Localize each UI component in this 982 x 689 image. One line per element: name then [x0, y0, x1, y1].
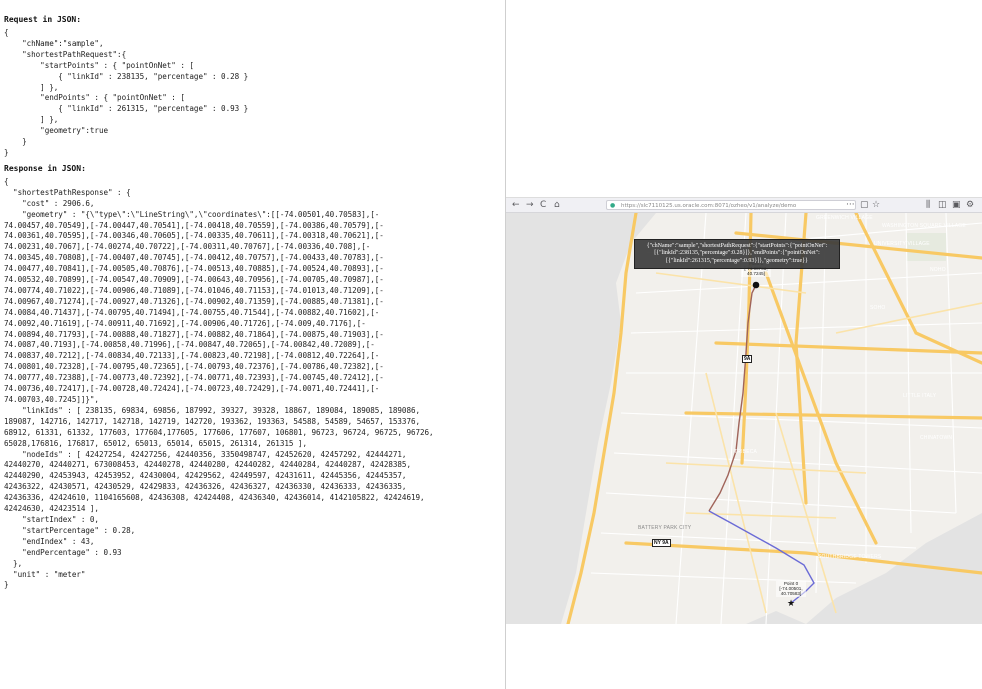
browser-screenshot-pane: ← → C ⌂ ● https://slc7110125.us.oracle.c… [506, 0, 982, 689]
code-line: "startPoints" : { "pointOnNet" : [ [40, 60, 194, 70]
code-line: 74.00801,40.72328],[-74.00795,40.72365],… [4, 362, 384, 372]
code-line: "startPercentage" : 0.28, [22, 525, 136, 535]
code-line: "startIndex" : 0, [22, 514, 99, 524]
park-area [906, 233, 946, 261]
response-json: { "shortestPathResponse" : { "cost" : 29… [0, 177, 505, 591]
bookmark-star-icon[interactable]: ☆ [872, 199, 880, 211]
code-line: } [4, 580, 9, 590]
code-line: 65028,176816, 176817, 65012, 65013, 6501… [4, 438, 307, 448]
map-label-little-italy: LITTLE ITALY [903, 393, 937, 399]
code-line: "nodeIds" : [ 42427254, 42427256, 424403… [22, 449, 407, 459]
code-line: 74.00477,40.70841],[-74.00505,40.70876],… [4, 264, 384, 274]
code-line: { "linkId" : 238135, "percentage" : 0.28… [58, 71, 249, 81]
code-line: "geometry" : "{\"type\":\"LineString\",\… [22, 209, 380, 219]
home-icon[interactable]: ⌂ [554, 199, 560, 211]
start-point-star-icon[interactable]: ★ [787, 599, 795, 609]
lock-icon: ● [610, 202, 616, 209]
code-line: "shortestPathRequest":{ [22, 49, 127, 59]
code-line: "shortestPathResponse" : { [13, 187, 131, 197]
map-label-soho: SOHO [870, 305, 886, 311]
point0-label: Point 0 [-74.00501, 40.70583] [776, 581, 806, 597]
code-line: "chName":"sample", [22, 38, 104, 48]
browser-toolbar: ← → C ⌂ ● https://slc7110125.us.oracle.c… [506, 198, 982, 213]
request-title: Request in JSON: [4, 15, 82, 24]
map-label-tribeca: TRIBECA [734, 449, 758, 455]
reload-icon[interactable]: C [540, 199, 546, 211]
back-arrow-icon[interactable]: ← [512, 199, 520, 211]
code-line: { [4, 176, 9, 186]
end-point-marker-icon[interactable] [752, 281, 760, 289]
code-line: } [22, 137, 27, 147]
code-line: 74.00837,40.7212],[-74.00834,40.72133],[… [4, 351, 380, 361]
code-line: 74.0092,40.71619],[-74.00911,40.71692],[… [4, 318, 366, 328]
map-canvas[interactable]: ★ GREENWICH VILLAGE WASHINGTON SQUARE VI… [506, 213, 982, 624]
code-line: ] }, [40, 115, 59, 125]
json-text-pane: Request in JSON: { "chName":"sample", "s… [0, 0, 506, 689]
code-line: 74.00345,40.70808],[-74.00407,40.70745],… [4, 253, 384, 263]
library-icon[interactable]: ⫼ [926, 199, 930, 211]
forward-arrow-icon[interactable]: → [526, 199, 534, 211]
map-label-university: UNIVERSITY VILLAGE [874, 241, 930, 247]
code-line: 42436322, 42430571, 42430529, 42429833, … [4, 482, 407, 492]
code-line: "endPercentage" : 0.93 [22, 547, 122, 557]
code-line: "linkIds" : [ 238135, 69834, 69856, 1879… [22, 405, 421, 415]
code-line: 74.00777,40.72388],[-74.00773,40.72392],… [4, 373, 384, 383]
request-tooltip: {"chName":"sample","shortestPathRequest"… [634, 239, 840, 269]
ny9a-shield: NY 9A [652, 539, 671, 547]
more-actions-icon[interactable]: ··· [846, 199, 855, 211]
map-label-chinatown: CHINATOWN [920, 435, 953, 441]
code-line: 42436336, 42424610, 1104165608, 42436308… [4, 493, 425, 503]
code-line: "cost" : 2906.6, [22, 198, 95, 208]
code-line: 74.0087,40.7193],[-74.00858,40.71996],[-… [4, 340, 375, 350]
code-line: ] }, [40, 82, 59, 92]
code-line: }, [13, 558, 23, 568]
code-line: 74.00736,40.72417],[-74.00728,40.72424],… [4, 384, 380, 394]
map-label-washington: WASHINGTON SQUARE VILLAGE [882, 223, 966, 229]
map-label-battery: BATTERY PARK CITY [638, 525, 692, 531]
pocket-icon[interactable]: ▢ [860, 199, 869, 211]
screenshot-icon[interactable]: ▣ [952, 199, 961, 211]
code-line: 42440290, 42453943, 42453952, 42430004, … [4, 471, 407, 481]
code-line: 68912, 61331, 61332, 177603, 177604,1776… [4, 427, 434, 437]
code-line: 74.00532,40.70899],[-74.00547,40.70909],… [4, 275, 384, 285]
code-line: 74.00774,40.71022],[-74.00906,40.71089],… [4, 285, 384, 295]
code-line: "unit" : "meter" [13, 569, 86, 579]
browser-window: ← → C ⌂ ● https://slc7110125.us.oracle.c… [506, 197, 982, 624]
code-line: 42424630, 42423514 ], [4, 504, 99, 514]
code-line: 74.00967,40.71274],[-74.00927,40.71326],… [4, 296, 384, 306]
code-line: "endIndex" : 43, [22, 536, 95, 546]
map-label-southbridge: SOUTHBRIDGE TOWERS [818, 554, 882, 560]
sidebar-icon[interactable]: ◫ [938, 199, 947, 211]
code-line: 74.00231,40.7067],[-74.00274,40.70722],[… [4, 242, 371, 252]
code-line: 189087, 142716, 142717, 142718, 142719, … [4, 416, 421, 426]
code-line: 42440270, 42440271, 673008453, 42440278,… [4, 460, 411, 470]
code-line: 74.00361,40.70595],[-74.00346,40.70605],… [4, 231, 384, 241]
code-line: "endPoints" : { "pointOnNet" : [ [40, 93, 185, 103]
url-text: https://slc7110125.us.oracle.com:8071/oz… [621, 203, 797, 209]
route-9a-shield: 9A [742, 355, 753, 363]
url-bar[interactable]: ● https://slc7110125.us.oracle.com:8071/… [606, 200, 856, 210]
response-title: Response in JSON: [4, 163, 86, 173]
map-label-noho: NOHO [930, 267, 946, 273]
code-line: { "linkId" : 261315, "percentage" : 0.93… [58, 104, 249, 114]
code-line: { [4, 28, 9, 37]
map-label-greenwich: GREENWICH VILLAGE [816, 215, 873, 221]
request-json: { "chName":"sample", "shortestPathReques… [0, 28, 505, 159]
code-line: } [4, 147, 9, 157]
code-line: 74.0084,40.71437],[-74.00795,40.71494],[… [4, 307, 380, 317]
extensions-icon[interactable]: ⚙ [966, 199, 974, 211]
code-line: 74.00457,40.70549],[-74.00447,40.70541],… [4, 220, 384, 230]
code-line: "geometry":true [40, 126, 109, 136]
code-line: 74.00894,40.71793],[-74.00888,40.71827],… [4, 329, 384, 339]
code-line: 74.00703,40.7245]]}", [4, 395, 99, 404]
